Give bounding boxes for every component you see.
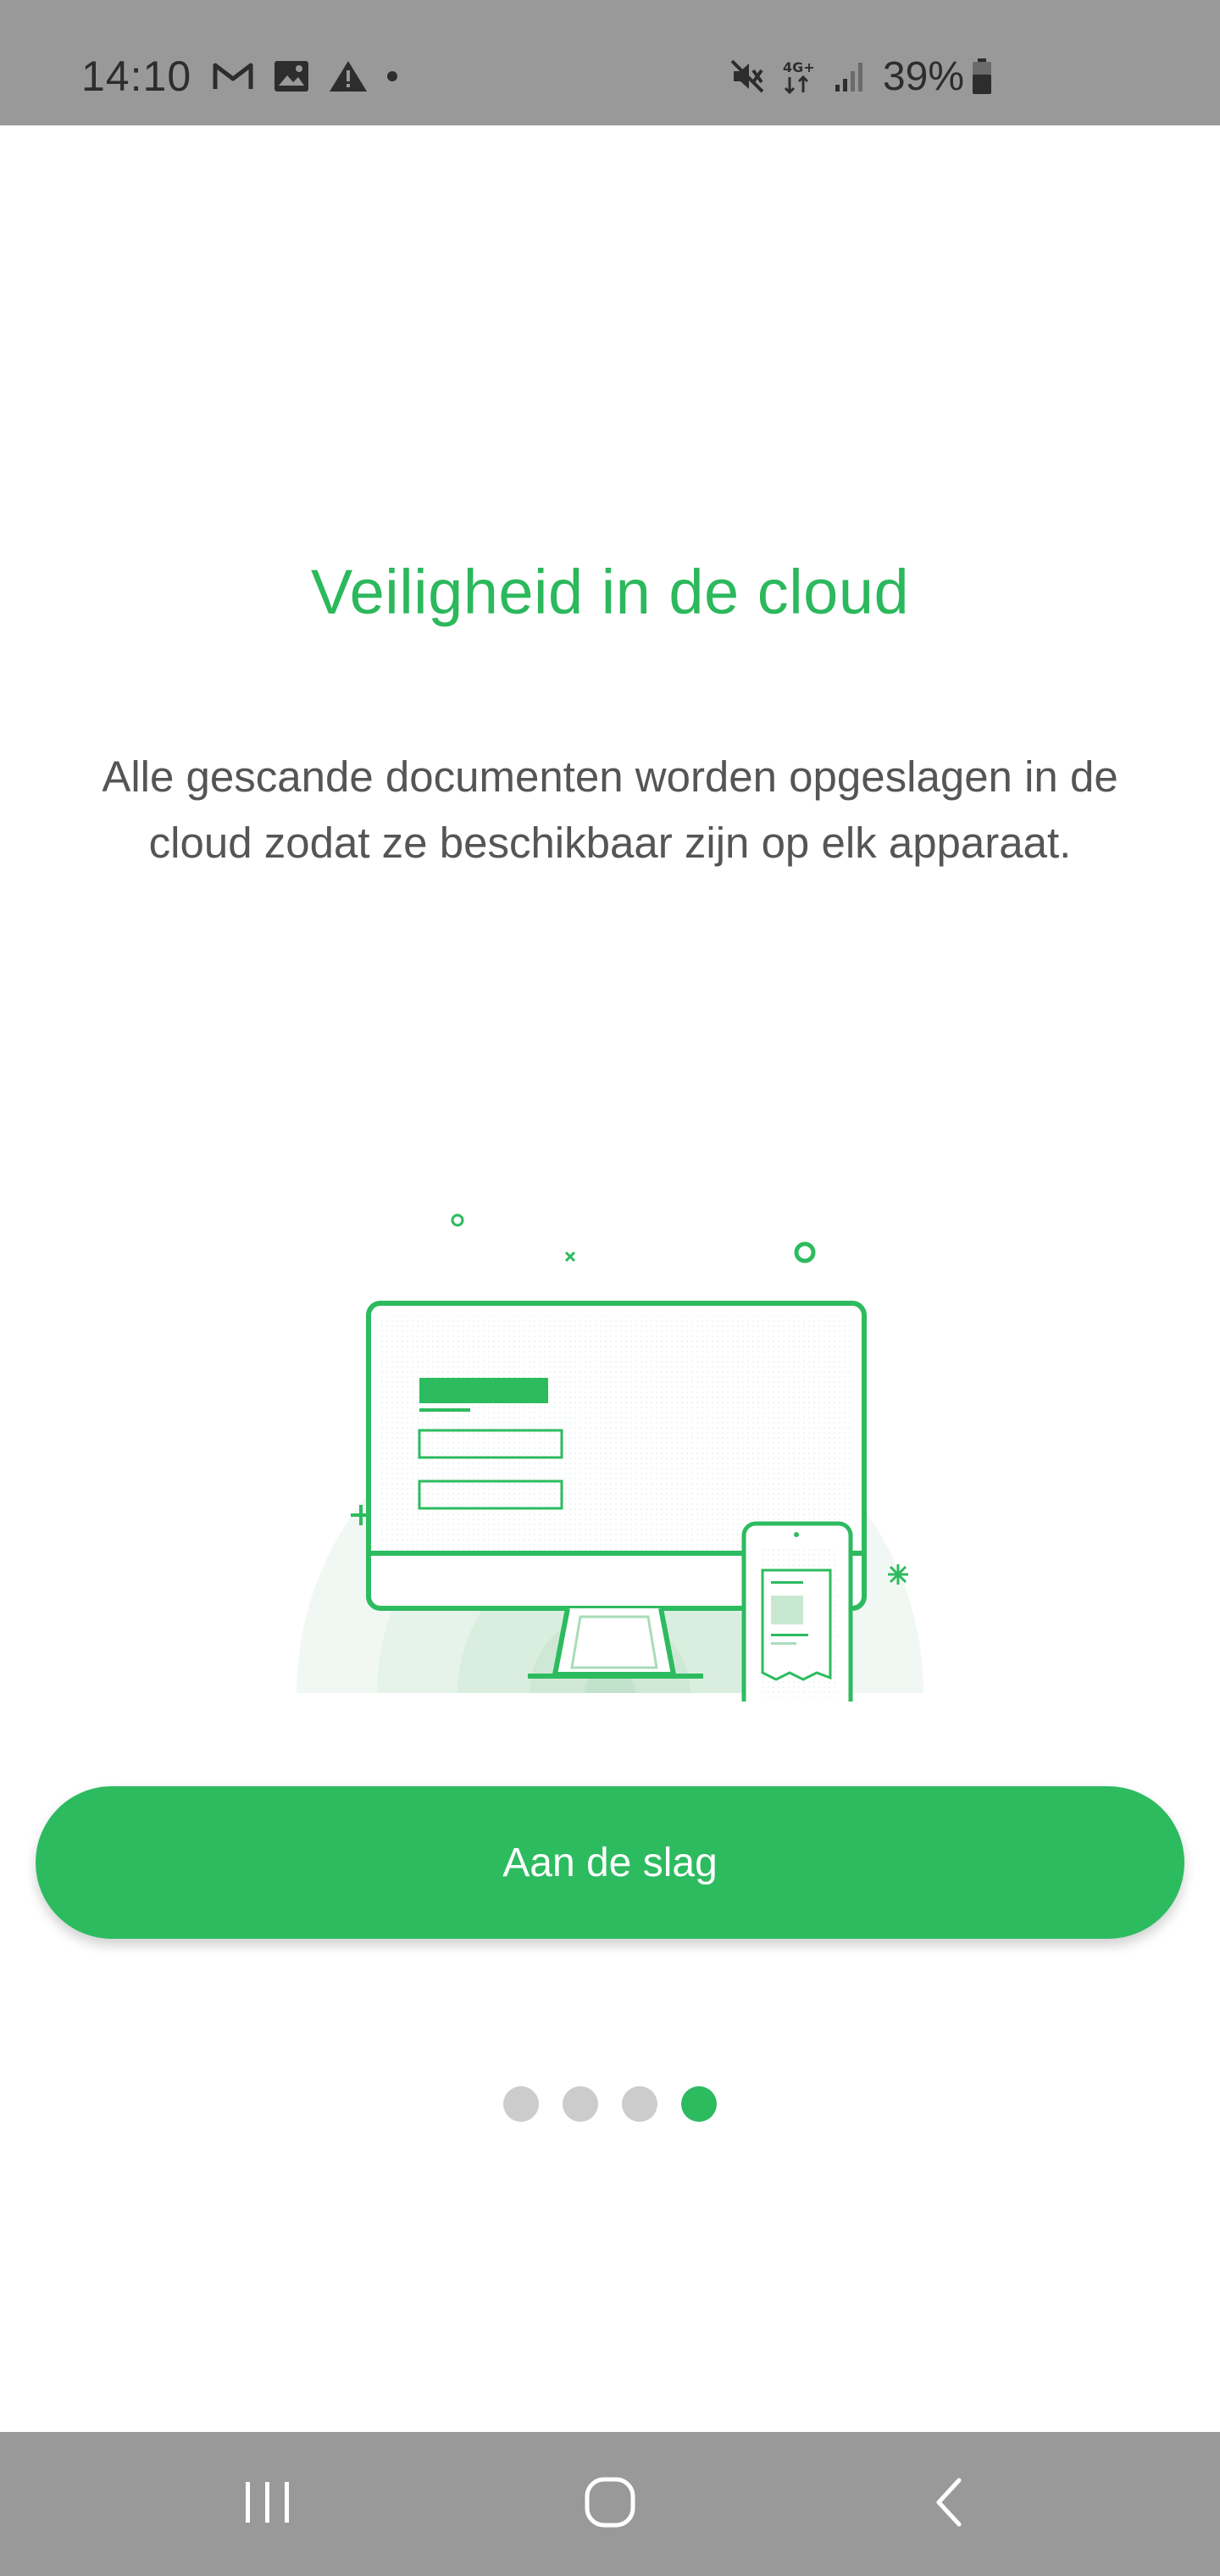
mute-icon <box>729 58 766 95</box>
battery-icon <box>971 58 993 95</box>
gallery-icon <box>273 59 310 93</box>
warning-icon <box>329 59 368 93</box>
page-description: Alle gescande documenten worden opgeslag… <box>102 752 1118 867</box>
page-dot-1[interactable] <box>503 2086 539 2122</box>
recent-apps-button[interactable] <box>183 2432 352 2576</box>
svg-text:4G+: 4G+ <box>783 59 815 75</box>
page-dot-2[interactable] <box>563 2086 598 2122</box>
cloud-sync-illustration <box>288 1074 940 1725</box>
back-icon <box>930 2475 968 2534</box>
page-dot-3[interactable] <box>622 2086 657 2122</box>
page-title: Veiligheid in de cloud <box>310 557 910 627</box>
battery-percentage: 39% <box>882 53 964 99</box>
4g-plus-icon: 4G+ <box>781 57 818 96</box>
onboarding-screen: Veiligheid in de cloud Alle gescande doc… <box>0 125 1220 2432</box>
back-button[interactable] <box>864 2432 1034 2576</box>
home-button[interactable] <box>525 2432 695 2576</box>
page-dot-4-active[interactable] <box>681 2086 717 2122</box>
get-started-button[interactable]: Aan de slag <box>36 1786 1184 1939</box>
home-icon <box>583 2475 637 2534</box>
notification-dot-icon <box>386 70 398 82</box>
status-bar: 14:10 4G+ 39% <box>0 0 1220 125</box>
recent-apps-icon <box>241 2479 295 2530</box>
page-indicator <box>0 2086 1220 2122</box>
signal-icon <box>834 59 868 93</box>
navigation-bar <box>0 2432 1220 2576</box>
status-right: 4G+ 39% <box>729 49 1008 103</box>
status-time: 14:10 <box>81 53 192 100</box>
status-left: 14:10 <box>81 49 417 103</box>
gmail-icon <box>212 60 254 92</box>
